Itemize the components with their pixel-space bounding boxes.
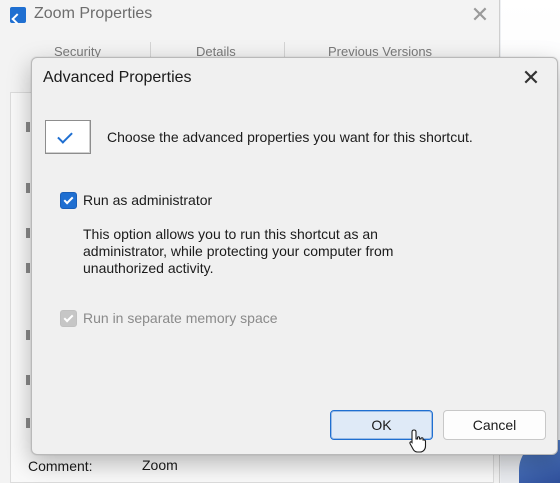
background-label-edge bbox=[26, 228, 30, 238]
background-label-edge bbox=[26, 122, 30, 132]
background-label-edge bbox=[26, 375, 30, 385]
run-as-admin-description: This option allows you to run this short… bbox=[83, 226, 394, 276]
background-window-title: Zoom Properties bbox=[34, 5, 153, 22]
cancel-button[interactable]: Cancel bbox=[443, 410, 546, 440]
background-label-edge bbox=[26, 263, 30, 273]
background-label-edge bbox=[26, 418, 30, 428]
dialog-titlebar: Advanced Properties ✕ bbox=[32, 58, 557, 98]
intro-text: Choose the advanced properties you want … bbox=[107, 129, 473, 145]
run-as-admin-checkbox[interactable] bbox=[60, 192, 77, 209]
advanced-properties-dialog: Advanced Properties ✕ Choose the advance… bbox=[31, 57, 558, 455]
comment-value[interactable]: Zoom bbox=[142, 457, 178, 473]
background-label-edge bbox=[26, 330, 30, 340]
checkbox-checked-icon bbox=[63, 312, 74, 323]
separate-memory-label: Run in separate memory space bbox=[83, 310, 278, 326]
background-titlebar: Zoom Properties ✕ bbox=[0, 0, 500, 32]
app-shortcut-icon bbox=[10, 7, 26, 23]
run-as-admin-label[interactable]: Run as administrator bbox=[83, 192, 212, 208]
mouse-pointer-icon bbox=[409, 429, 427, 453]
separate-memory-checkbox bbox=[60, 310, 77, 327]
background-close-icon[interactable]: ✕ bbox=[462, 0, 498, 30]
background-label-edge bbox=[26, 183, 30, 193]
dialog-title: Advanced Properties bbox=[43, 69, 192, 86]
checkbox-checked-icon bbox=[63, 194, 74, 205]
comment-label: Comment: bbox=[28, 458, 93, 474]
checkmark-icon bbox=[45, 120, 91, 154]
close-icon[interactable]: ✕ bbox=[511, 62, 551, 94]
